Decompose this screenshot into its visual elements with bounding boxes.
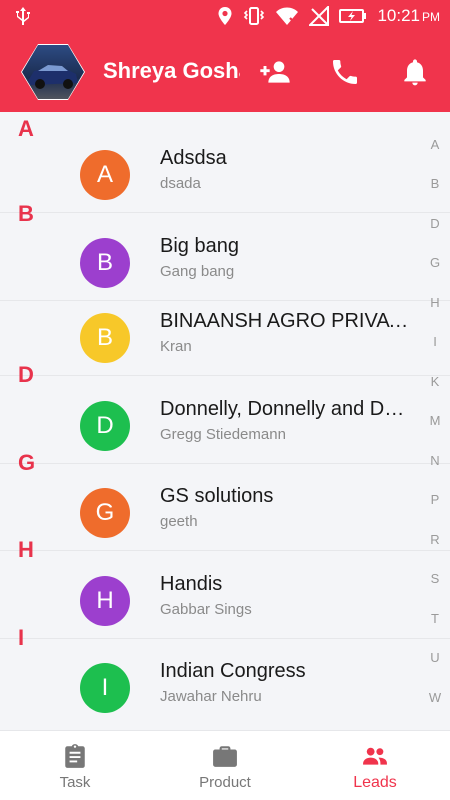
battery-charging-icon	[339, 9, 367, 23]
divider	[0, 375, 450, 376]
status-bar: 10:21 PM	[0, 0, 450, 32]
lead-contact: Jawahar Nehru	[160, 688, 262, 705]
nav-leads-label: Leads	[353, 774, 397, 791]
lead-item[interactable]: G GS solutions geeth	[0, 481, 410, 545]
section-header-d: D	[18, 362, 34, 387]
lead-name: Big bang	[160, 235, 239, 257]
lead-avatar: H	[80, 576, 130, 626]
lead-avatar: B	[80, 313, 130, 363]
nav-product[interactable]: Product	[150, 731, 300, 800]
divider	[0, 463, 450, 464]
nav-task-label: Task	[59, 774, 91, 791]
clock-time: 10:21	[377, 6, 420, 25]
usb-icon	[16, 7, 30, 25]
vibrate-icon	[244, 7, 265, 25]
index-letter[interactable]: D	[420, 216, 450, 231]
section-header-b: B	[18, 201, 34, 226]
lead-avatar: I	[80, 663, 130, 713]
lead-name: GS solutions	[160, 485, 274, 507]
divider	[0, 212, 450, 213]
index-letter[interactable]: S	[420, 571, 450, 586]
lead-contact: Kran	[160, 338, 192, 355]
clipboard-icon	[65, 744, 85, 768]
divider	[0, 300, 450, 301]
lead-contact: geeth	[160, 513, 198, 530]
lead-item[interactable]: I Indian Congress Jawahar Nehru	[0, 656, 410, 720]
index-letter[interactable]: R	[420, 532, 450, 547]
section-header-a: A	[18, 116, 34, 141]
index-letter[interactable]: P	[420, 492, 450, 507]
nav-leads[interactable]: Leads	[300, 731, 450, 800]
index-letter[interactable]: B	[420, 176, 450, 191]
profile-avatar[interactable]	[20, 43, 86, 101]
section-header-h: H	[18, 537, 34, 562]
index-letter[interactable]: U	[420, 650, 450, 665]
lead-name: Donnelly, Donnelly and Donnelly	[160, 398, 410, 420]
no-signal-icon	[309, 6, 330, 26]
briefcase-icon	[213, 746, 237, 767]
lead-avatar: G	[80, 488, 130, 538]
lead-contact: Gregg Stiedemann	[160, 426, 286, 443]
lead-avatar: D	[80, 401, 130, 451]
lead-contact: dsada	[160, 175, 201, 192]
lead-avatar: A	[80, 150, 130, 200]
app-bar: Shreya Goshal	[0, 32, 450, 112]
clock-ampm: PM	[422, 10, 440, 24]
nav-task[interactable]: Task	[0, 731, 150, 800]
add-person-icon[interactable]	[259, 56, 291, 88]
divider	[0, 638, 450, 639]
index-letter[interactable]: A	[420, 137, 450, 152]
lead-contact: Gang bang	[160, 263, 235, 280]
section-header-i: I	[18, 625, 25, 650]
lead-name: Adsdsa	[160, 147, 227, 169]
leads-list[interactable]: A A Adsdsa dsada B B Big bang Gang bang …	[0, 112, 450, 730]
lead-item[interactable]: B BINAANSH AGRO PRIVATE LIMITED Kran	[0, 306, 410, 370]
index-letter[interactable]: H	[420, 295, 450, 310]
bottom-navigation: Task Product Leads	[0, 730, 450, 800]
lead-contact: Gabbar Sings	[160, 601, 252, 618]
lead-avatar: B	[80, 238, 130, 288]
lead-item[interactable]: H Handis Gabbar Sings	[0, 569, 410, 633]
index-letter[interactable]: M	[420, 413, 450, 428]
lead-item[interactable]: B Big bang Gang bang	[0, 231, 410, 295]
notification-bell-icon[interactable]	[399, 56, 431, 88]
lead-name: Handis	[160, 573, 223, 595]
divider	[0, 550, 450, 551]
user-name: Shreya Goshal	[103, 58, 240, 83]
alphabet-index[interactable]: A B D G H I K M N P R S T U W	[420, 112, 450, 730]
wifi-icon	[276, 7, 299, 26]
lead-name: Indian Congress	[160, 660, 306, 682]
index-letter[interactable]: I	[420, 334, 450, 349]
index-letter[interactable]: T	[420, 611, 450, 626]
lead-name: BINAANSH AGRO PRIVATE LIMITED	[160, 310, 410, 332]
section-header-g: G	[18, 450, 36, 475]
index-letter[interactable]: N	[420, 453, 450, 468]
lead-item[interactable]: D Donnelly, Donnelly and Donnelly Gregg …	[0, 394, 410, 458]
lead-item[interactable]: A Adsdsa dsada	[0, 143, 410, 207]
index-letter[interactable]: G	[420, 255, 450, 270]
location-icon	[218, 7, 232, 25]
people-icon	[363, 747, 387, 765]
index-letter[interactable]: K	[420, 374, 450, 389]
index-letter[interactable]: W	[420, 690, 450, 705]
phone-icon[interactable]	[329, 56, 361, 88]
nav-product-label: Product	[199, 774, 251, 791]
